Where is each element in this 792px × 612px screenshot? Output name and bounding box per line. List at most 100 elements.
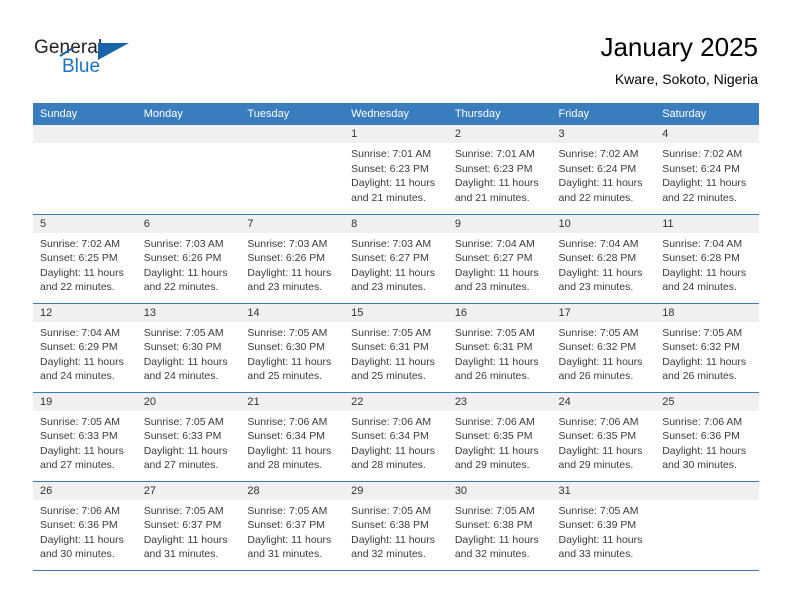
day-cell: 27 Sunrise: 7:05 AM Sunset: 6:37 PM Dayligh… [136, 481, 241, 570]
daylight-text: Daylight: 11 hours and 21 minutes. [351, 177, 435, 204]
sunrise-text: Sunrise: 7:03 AM [143, 237, 224, 250]
day-number: 18 [655, 303, 759, 322]
daylight-text: Daylight: 11 hours and 28 minutes. [351, 444, 435, 472]
daylight-text: Daylight: 11 hours and 24 minutes. [143, 355, 228, 383]
day-number: 23 [447, 392, 552, 411]
calendar-cell[interactable]: 7 Sunrise: 7:03 AM Sunset: 6:26 PM Daylight… [240, 214, 345, 304]
day-info: Sunrise: 7:04 AM Sunset: 6:28 PM Daylight:… [552, 233, 656, 295]
day-number: 12 [33, 303, 137, 322]
sunset-text: Sunset: 6:31 PM [454, 341, 533, 354]
day-number: 7 [240, 214, 345, 233]
calendar-cell[interactable]: 17 Sunrise: 7:05 AM Sunset: 6:32 PM Dayligh… [551, 303, 656, 393]
calendar-cell[interactable]: 21 Sunrise: 7:06 AM Sunset: 6:34 PM Dayligh… [240, 392, 345, 482]
day-info: Sunrise: 7:06 AM Sunset: 6:35 PM Daylight:… [448, 411, 552, 473]
sunset-text: Sunset: 6:34 PM [351, 430, 429, 443]
sunset-text: Sunset: 6:33 PM [40, 430, 118, 443]
day-number: 31 [551, 481, 656, 500]
day-cell: 12 Sunrise: 7:04 AM Sunset: 6:29 PM Dayligh… [33, 303, 137, 392]
calendar-cell[interactable]: 30 Sunrise: 7:05 AM Sunset: 6:38 PM Dayligh… [447, 481, 552, 571]
general-blue-logo[interactable]: General Blue [34, 30, 154, 82]
calendar-cell[interactable]: 14 Sunrise: 7:05 AM Sunset: 6:30 PM Dayligh… [240, 303, 345, 393]
calendar-cell[interactable]: 29 Sunrise: 7:05 AM Sunset: 6:38 PM Dayligh… [344, 481, 448, 571]
daylight-text: Daylight: 11 hours and 31 minutes. [143, 533, 228, 561]
calendar-cell[interactable]: 11 Sunrise: 7:04 AM Sunset: 6:28 PM Dayligh… [655, 214, 759, 304]
calendar-cell[interactable]: 12 Sunrise: 7:04 AM Sunset: 6:29 PM Dayligh… [33, 303, 137, 393]
calendar-cell[interactable]: 26 Sunrise: 7:06 AM Sunset: 6:36 PM Dayligh… [33, 481, 137, 571]
calendar-cell[interactable]: 16 Sunrise: 7:05 AM Sunset: 6:31 PM Dayligh… [447, 303, 552, 393]
day-number [240, 125, 345, 143]
calendar-cell[interactable]: 3 Sunrise: 7:02 AM Sunset: 6:24 PM Daylight… [551, 125, 656, 215]
calendar-cell[interactable]: 6 Sunrise: 7:03 AM Sunset: 6:26 PM Daylight… [136, 214, 241, 304]
sunset-text: Sunset: 6:30 PM [247, 341, 326, 354]
day-number: 26 [33, 481, 137, 500]
calendar-cell[interactable]: 22 Sunrise: 7:06 AM Sunset: 6:34 PM Dayligh… [344, 392, 448, 482]
sunrise-text: Sunrise: 7:04 AM [558, 237, 639, 250]
sunset-text: Sunset: 6:34 PM [247, 430, 326, 443]
sunset-text: Sunset: 6:25 PM [40, 252, 118, 265]
sunset-text: Sunset: 6:32 PM [662, 341, 740, 354]
day-info: Sunrise: 7:05 AM Sunset: 6:32 PM Daylight:… [655, 322, 759, 384]
calendar-cell[interactable]: 19 Sunrise: 7:05 AM Sunset: 6:33 PM Dayligh… [33, 392, 137, 482]
day-number [136, 125, 241, 143]
sunset-text: Sunset: 6:35 PM [454, 430, 533, 443]
calendar-cell[interactable]: 1 Sunrise: 7:01 AM Sunset: 6:23 PM Daylight… [344, 125, 448, 215]
day-info: Sunrise: 7:06 AM Sunset: 6:36 PM Daylight:… [655, 411, 759, 473]
day-info: Sunrise: 7:04 AM Sunset: 6:27 PM Daylight:… [448, 233, 552, 295]
sunrise-text: Sunrise: 7:04 AM [454, 237, 535, 250]
calendar-cell[interactable]: 4 Sunrise: 7:02 AM Sunset: 6:24 PM Daylight… [655, 125, 759, 215]
daylight-text: Daylight: 11 hours and 21 minutes. [454, 177, 539, 204]
weekday-header-sunday: Sunday [33, 103, 137, 125]
sunrise-text: Sunrise: 7:06 AM [454, 415, 535, 428]
calendar-cell[interactable]: 25 Sunrise: 7:06 AM Sunset: 6:36 PM Dayligh… [655, 392, 759, 482]
day-number: 8 [344, 214, 448, 233]
sunrise-text: Sunrise: 7:05 AM [662, 326, 743, 339]
sunrise-text: Sunrise: 7:04 AM [40, 326, 120, 339]
calendar-week-row: 12 Sunrise: 7:04 AM Sunset: 6:29 PM Dayligh… [33, 303, 759, 393]
day-cell: 11 Sunrise: 7:04 AM Sunset: 6:28 PM Dayligh… [655, 214, 759, 303]
calendar-week-row: 1 Sunrise: 7:01 AM Sunset: 6:23 PM Daylight… [33, 125, 759, 215]
calendar-cell[interactable]: 5 Sunrise: 7:02 AM Sunset: 6:25 PM Daylight… [33, 214, 137, 304]
calendar-cell[interactable]: 15 Sunrise: 7:05 AM Sunset: 6:31 PM Dayligh… [344, 303, 448, 393]
calendar-cell[interactable]: 2 Sunrise: 7:01 AM Sunset: 6:23 PM Daylight… [447, 125, 552, 215]
sunrise-text: Sunrise: 7:05 AM [454, 504, 535, 517]
day-info: Sunrise: 7:06 AM Sunset: 6:34 PM Daylight:… [240, 411, 344, 473]
calendar-cell[interactable]: 18 Sunrise: 7:05 AM Sunset: 6:32 PM Dayligh… [655, 303, 759, 393]
day-number: 5 [33, 214, 137, 233]
calendar-cell[interactable]: 9 Sunrise: 7:04 AM Sunset: 6:27 PM Daylight… [447, 214, 552, 304]
day-info: Sunrise: 7:03 AM Sunset: 6:26 PM Daylight:… [240, 233, 344, 295]
daylight-text: Daylight: 11 hours and 30 minutes. [40, 533, 124, 561]
calendar-cell[interactable]: 31 Sunrise: 7:05 AM Sunset: 6:39 PM Dayligh… [551, 481, 656, 571]
day-number: 11 [655, 214, 759, 233]
day-cell: 5 Sunrise: 7:02 AM Sunset: 6:25 PM Daylight… [33, 214, 137, 303]
day-cell: 30 Sunrise: 7:05 AM Sunset: 6:38 PM Dayligh… [447, 481, 552, 570]
calendar-cell[interactable]: 13 Sunrise: 7:05 AM Sunset: 6:30 PM Dayligh… [136, 303, 241, 393]
page-title: January 2025 [600, 32, 758, 62]
day-cell: 22 Sunrise: 7:06 AM Sunset: 6:34 PM Dayligh… [344, 392, 448, 481]
day-info: Sunrise: 7:04 AM Sunset: 6:28 PM Daylight:… [655, 233, 759, 295]
calendar-cell[interactable]: 28 Sunrise: 7:05 AM Sunset: 6:37 PM Dayligh… [240, 481, 345, 571]
sunrise-text: Sunrise: 7:05 AM [143, 415, 224, 428]
calendar-cell[interactable]: 20 Sunrise: 7:05 AM Sunset: 6:33 PM Dayligh… [136, 392, 241, 482]
day-number [33, 125, 137, 143]
day-number: 2 [447, 125, 552, 143]
weekday-header-row: Sunday Monday Tuesday Wednesday Thursday… [33, 103, 759, 125]
daylight-text: Daylight: 11 hours and 23 minutes. [351, 266, 435, 294]
daylight-text: Daylight: 11 hours and 22 minutes. [143, 266, 228, 294]
day-info: Sunrise: 7:02 AM Sunset: 6:24 PM Daylight:… [655, 143, 759, 205]
sunrise-text: Sunrise: 7:06 AM [40, 504, 120, 517]
calendar-cell[interactable]: 10 Sunrise: 7:04 AM Sunset: 6:28 PM Dayligh… [551, 214, 656, 304]
calendar-cell[interactable]: 24 Sunrise: 7:06 AM Sunset: 6:35 PM Dayligh… [551, 392, 656, 482]
calendar-cell[interactable]: 27 Sunrise: 7:05 AM Sunset: 6:37 PM Dayligh… [136, 481, 241, 571]
sunrise-text: Sunrise: 7:03 AM [351, 237, 432, 250]
daylight-text: Daylight: 11 hours and 22 minutes. [558, 177, 643, 204]
title-block: January 2025 Kware, Sokoto, Nigeria [600, 30, 758, 89]
day-cell: 4 Sunrise: 7:02 AM Sunset: 6:24 PM Daylight… [655, 125, 759, 214]
daylight-text: Daylight: 11 hours and 31 minutes. [247, 533, 332, 561]
day-info: Sunrise: 7:01 AM Sunset: 6:23 PM Daylight:… [344, 143, 448, 205]
calendar-cell[interactable]: 8 Sunrise: 7:03 AM Sunset: 6:27 PM Daylight… [344, 214, 448, 304]
logo-text-blue: Blue [62, 56, 101, 77]
daylight-text: Daylight: 11 hours and 32 minutes. [351, 533, 435, 561]
daylight-text: Daylight: 11 hours and 32 minutes. [454, 533, 539, 561]
calendar-cell[interactable]: 23 Sunrise: 7:06 AM Sunset: 6:35 PM Dayligh… [447, 392, 552, 482]
day-number: 27 [136, 481, 241, 500]
